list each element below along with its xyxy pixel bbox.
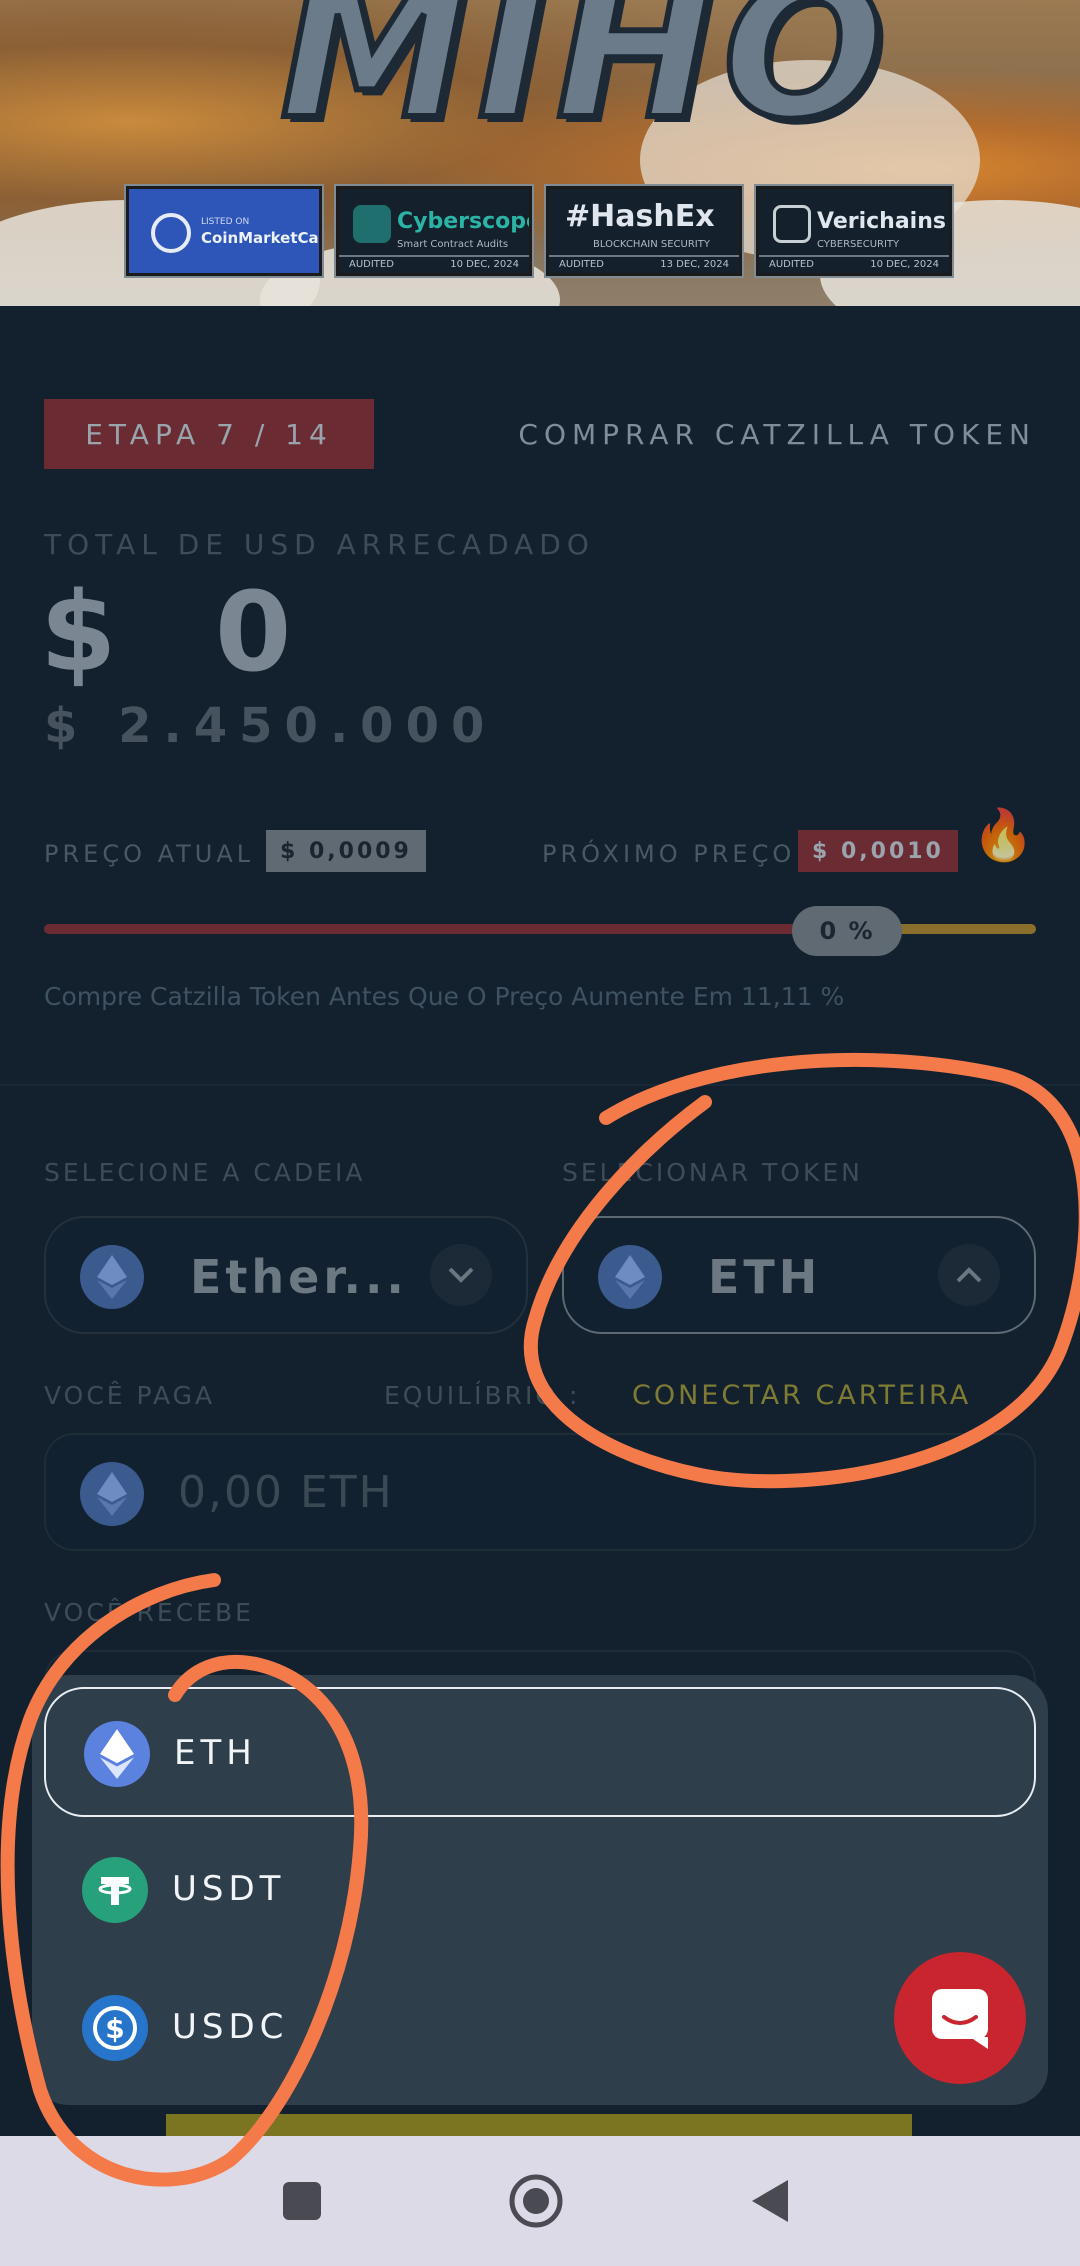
next-price-chip: $ 0,0010 bbox=[798, 830, 958, 872]
coinmarketcap-badge[interactable]: LISTED ON CoinMarketCap bbox=[124, 184, 324, 278]
verichains-badge[interactable]: Verichains CYBERSECURITY AUDITED 10 DEC, … bbox=[754, 184, 954, 278]
shield-icon bbox=[353, 205, 391, 243]
current-price-label: PREÇO ATUAL bbox=[44, 840, 255, 868]
pay-label: VOCÊ PAGA bbox=[44, 1381, 216, 1410]
svg-text:$: $ bbox=[105, 2012, 124, 2045]
token-option-label: ETH bbox=[174, 1733, 257, 1773]
badge-name: Cyberscope bbox=[397, 209, 532, 234]
buy-title: COMPRAR CATZILLA TOKEN bbox=[518, 418, 1036, 451]
badge-subtitle: CYBERSECURITY bbox=[817, 239, 900, 250]
goal-value: $ 2.450.000 bbox=[44, 698, 497, 754]
buy-button[interactable] bbox=[166, 2114, 912, 2136]
pay-amount-placeholder: 0,00 ETH bbox=[178, 1467, 394, 1518]
badge-name: CoinMarketCap bbox=[201, 229, 322, 247]
badge-date: 10 DEC, 2024 bbox=[870, 259, 939, 270]
badge-date: 10 DEC, 2024 bbox=[450, 259, 519, 270]
square-icon bbox=[283, 2182, 321, 2220]
badge-audited-text: AUDITED bbox=[349, 259, 394, 270]
home-button[interactable] bbox=[476, 2136, 596, 2266]
token-dropdown: ETH USDT $ USDC bbox=[32, 1675, 1048, 2105]
price-row: PREÇO ATUAL $ 0,0009 PRÓXIMO PREÇO $ 0,0… bbox=[44, 830, 1036, 874]
chevron-down-icon bbox=[430, 1244, 492, 1306]
token-option-label: USDT bbox=[172, 1869, 286, 1909]
stage-badge: ETAPA 7 / 14 bbox=[44, 399, 374, 469]
token-option-label: USDC bbox=[172, 2007, 289, 2047]
token-select[interactable]: ETH bbox=[562, 1216, 1036, 1334]
connect-wallet-link[interactable]: CONECTAR CARTEIRA bbox=[632, 1380, 971, 1411]
home-circle-icon bbox=[509, 2174, 563, 2228]
chain-select[interactable]: Ether... bbox=[44, 1216, 528, 1334]
badge-footer: AUDITED 13 DEC, 2024 bbox=[549, 255, 739, 273]
cube-lock-icon bbox=[773, 205, 811, 243]
raised-value: $ 0 bbox=[40, 568, 322, 696]
cyberscope-badge[interactable]: Cyberscope Smart Contract Audits AUDITED… bbox=[334, 184, 534, 278]
hero-title: MIHO bbox=[277, 0, 893, 164]
usdc-icon: $ bbox=[82, 1995, 148, 2061]
token-option-usdc[interactable]: $ USDC bbox=[44, 1963, 1036, 2093]
usdt-icon bbox=[82, 1857, 148, 1923]
pay-amount-input[interactable]: 0,00 ETH bbox=[44, 1433, 1036, 1551]
fire-icon: 🔥 bbox=[972, 806, 1035, 864]
hero-banner: MIHO LISTED ON CoinMarketCap Cyberscope … bbox=[0, 0, 1080, 306]
back-button[interactable] bbox=[710, 2136, 830, 2266]
eth-icon bbox=[84, 1721, 150, 1787]
badge-date: 13 DEC, 2024 bbox=[660, 259, 729, 270]
chat-icon bbox=[932, 1989, 988, 2049]
chain-label: SELECIONE A CADEIA bbox=[44, 1158, 366, 1187]
token-option-eth[interactable]: ETH bbox=[44, 1687, 1036, 1817]
chevron-up-icon bbox=[938, 1244, 1000, 1306]
raised-label: TOTAL DE USD ARRECADADO bbox=[44, 528, 595, 561]
price-increase-note: Compre Catzilla Token Antes Que O Preço … bbox=[44, 982, 845, 1011]
divider bbox=[0, 1084, 1080, 1086]
badge-subtitle: BLOCKCHAIN SECURITY bbox=[593, 239, 710, 250]
eth-icon bbox=[80, 1462, 144, 1526]
token-select-value: ETH bbox=[708, 1250, 822, 1304]
receive-label: VOCÊ RECEBE bbox=[44, 1598, 254, 1627]
balance-label: EQUILÍBRIO : bbox=[384, 1381, 581, 1410]
hashex-badge[interactable]: #HashEx BLOCKCHAIN SECURITY AUDITED 13 DE… bbox=[544, 184, 744, 278]
badge-footer: AUDITED 10 DEC, 2024 bbox=[759, 255, 949, 273]
badge-name: #HashEx bbox=[565, 199, 715, 234]
next-price-label: PRÓXIMO PREÇO bbox=[542, 840, 796, 868]
badge-footer: AUDITED 10 DEC, 2024 bbox=[339, 255, 529, 273]
recents-button[interactable] bbox=[242, 2136, 362, 2266]
current-price-chip: $ 0,0009 bbox=[266, 830, 426, 872]
badge-top-text: LISTED ON bbox=[201, 217, 250, 227]
audit-badges: LISTED ON CoinMarketCap Cyberscope Smart… bbox=[124, 184, 954, 278]
coinmarketcap-icon bbox=[151, 213, 191, 253]
token-label: SELECIONAR TOKEN bbox=[562, 1158, 863, 1187]
progress-percent: 0 % bbox=[792, 906, 902, 956]
eth-icon bbox=[598, 1245, 662, 1309]
badge-audited-text: AUDITED bbox=[559, 259, 604, 270]
badge-audited-text: AUDITED bbox=[769, 259, 814, 270]
token-option-usdt[interactable]: USDT bbox=[44, 1825, 1036, 1955]
ethereum-icon bbox=[80, 1245, 144, 1309]
badge-subtitle: Smart Contract Audits bbox=[397, 239, 509, 250]
chain-select-value: Ether... bbox=[190, 1250, 408, 1304]
back-triangle-icon bbox=[752, 2180, 788, 2222]
badge-name: Verichains bbox=[817, 209, 946, 234]
android-nav-bar bbox=[0, 2136, 1080, 2266]
chat-support-button[interactable] bbox=[894, 1952, 1026, 2084]
